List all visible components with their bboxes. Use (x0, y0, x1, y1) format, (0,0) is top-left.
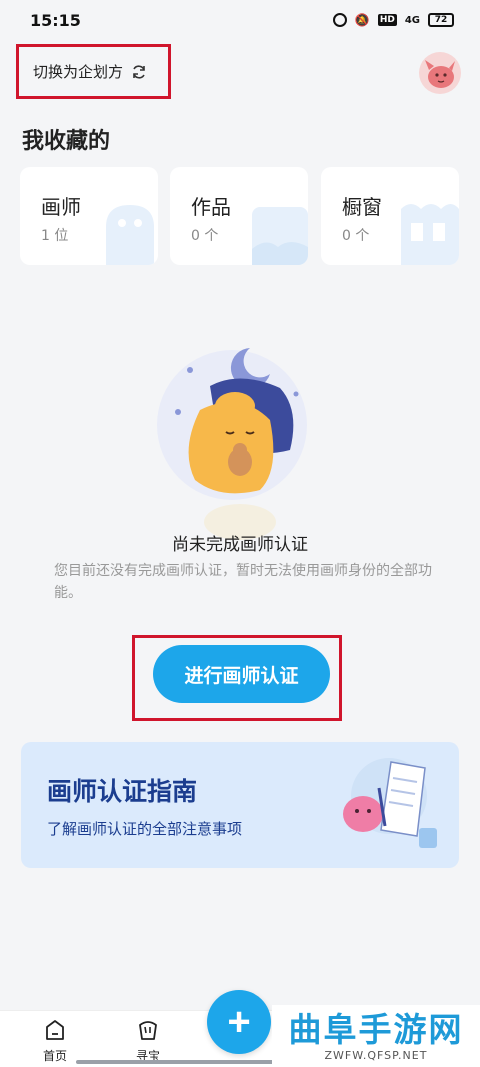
signal-icon: 4G (404, 14, 420, 26)
switch-role-button[interactable]: 切换为企划方 (16, 44, 171, 99)
guide-title: 画师认证指南 (47, 777, 198, 806)
verification-guide-card[interactable]: 画师认证指南 了解画师认证的全部注意事项 (21, 742, 459, 868)
fav-card-artists[interactable]: 画师 1 位 (20, 167, 158, 265)
battery-icon: 72 (428, 13, 454, 27)
fav-card-count: 0 个 (342, 228, 370, 244)
fav-card-label: 橱窗 (342, 195, 382, 219)
status-bar: 15:15 🔕 HD 4G 72 (0, 0, 480, 40)
home-icon (46, 1020, 64, 1040)
switch-role-label: 切换为企划方 (33, 63, 124, 81)
favorites-title: 我收藏的 (22, 129, 111, 154)
fav-card-count: 0 个 (191, 228, 219, 244)
hd-badge: HD (377, 14, 397, 26)
empty-state-title: 尚未完成画师认证 (172, 535, 308, 555)
nav-item-label: 首页 (42, 1049, 67, 1063)
fav-card-label: 作品 (191, 195, 231, 219)
add-button[interactable]: + (207, 990, 271, 1054)
watermark: 曲阜手游网 ZWFW.QFSP.NET (272, 1005, 480, 1067)
fav-card-showcase[interactable]: 橱窗 0 个 (321, 167, 459, 265)
sleeping-mascot-illustration (157, 348, 307, 540)
fav-card-label: 画师 (41, 195, 81, 219)
treasure-icon (139, 1021, 157, 1040)
card-decoration-icon (106, 205, 154, 265)
card-decoration-icon (401, 204, 459, 265)
alarm-icon (332, 13, 347, 27)
watermark-title: 曲阜手游网 (288, 1009, 464, 1049)
card-decoration-icon (252, 207, 308, 265)
empty-state-description: 您目前还没有完成画师认证，暂时无法使用画师身份的全部功能。 (54, 563, 432, 601)
refresh-icon (131, 64, 147, 80)
guide-subtitle: 了解画师认证的全部注意事项 (47, 820, 243, 838)
fav-card-count: 1 位 (41, 228, 69, 244)
avatar[interactable] (419, 52, 461, 94)
watermark-url: ZWFW.QFSP.NET (324, 1048, 428, 1062)
fav-card-works[interactable]: 作品 0 个 (170, 167, 308, 265)
bell-muted-icon: 🔕 (354, 13, 370, 27)
artist-verify-button[interactable]: 进行画师认证 (153, 645, 330, 703)
status-time: 15:15 (30, 10, 81, 30)
guide-illustration-icon (343, 758, 437, 848)
status-icons: 🔕 HD 4G 72 (332, 13, 454, 27)
